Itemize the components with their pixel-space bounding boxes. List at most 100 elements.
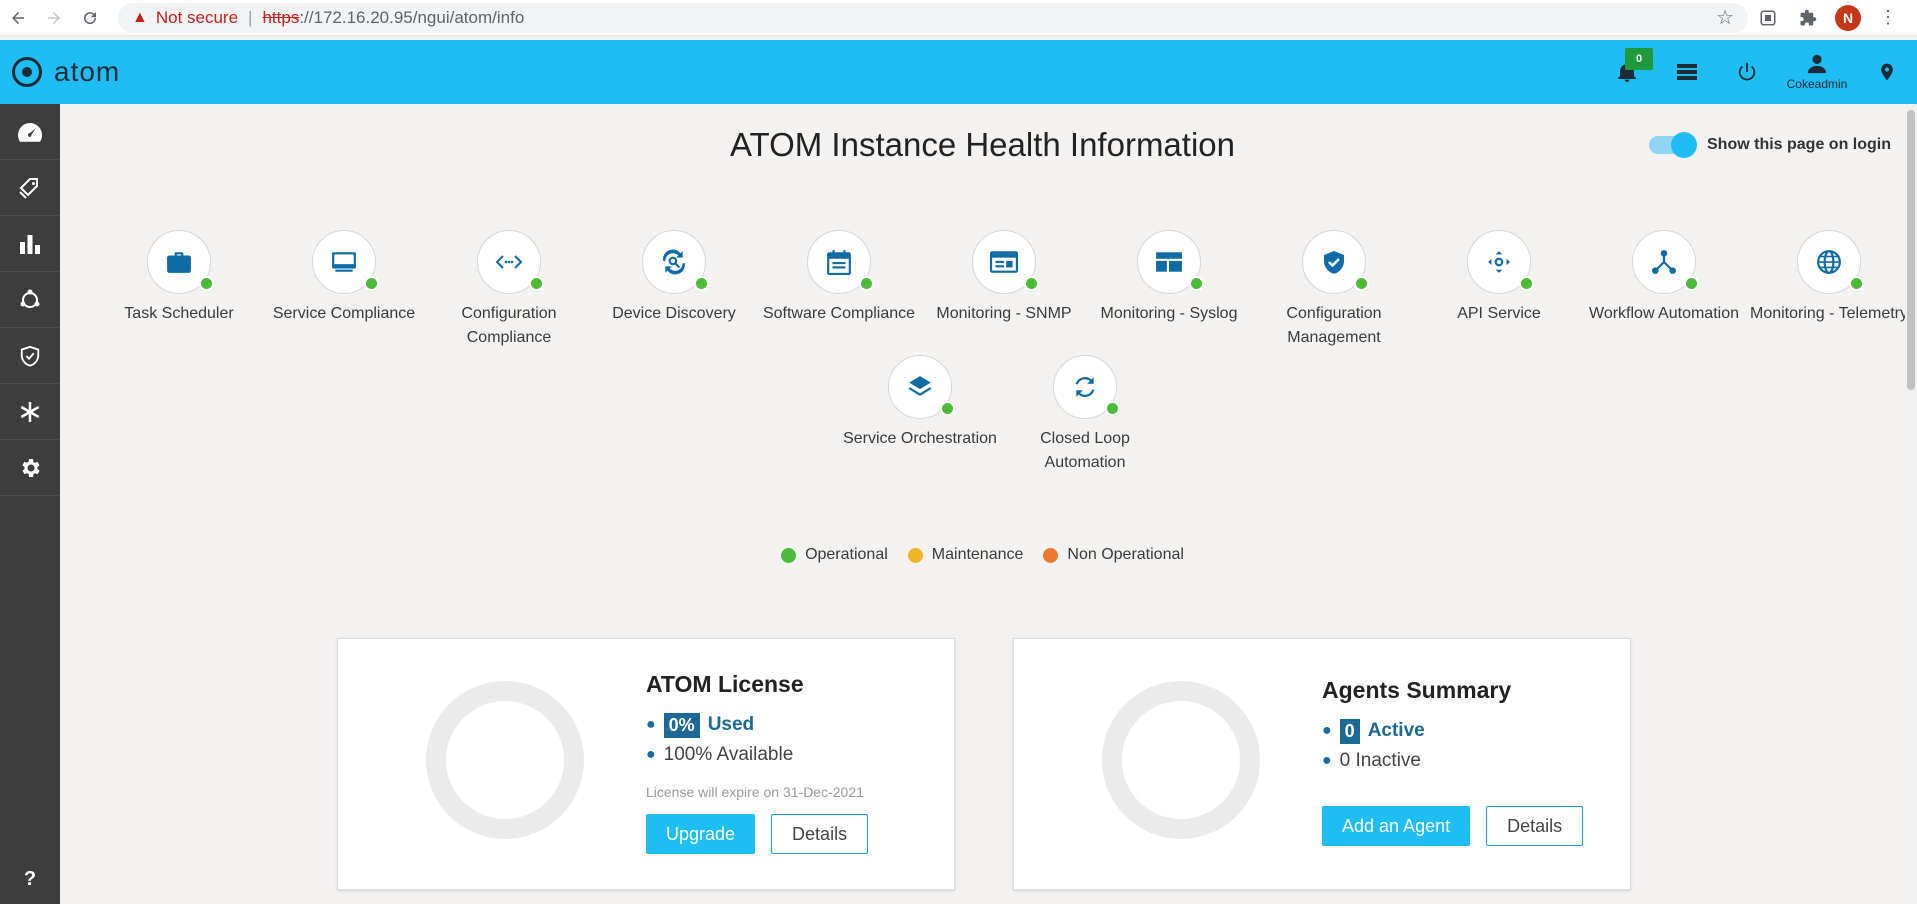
sidebar-item-tags[interactable]: [0, 160, 60, 216]
service-configuration-management[interactable]: Configuration Management: [1254, 230, 1414, 350]
legend-dot: [1043, 547, 1059, 563]
server-list-icon: [1677, 64, 1697, 80]
service-label: Closed Loop Automation: [1040, 430, 1130, 471]
license-details-button[interactable]: Details: [771, 814, 869, 854]
bookmark-star-icon[interactable]: ☆: [1716, 5, 1734, 30]
power-icon: [1738, 62, 1756, 81]
agents-active-row: ● 0 Active: [1322, 716, 1583, 746]
url-path: ://172.16.20.95/ngui/atom/info: [299, 7, 525, 27]
add-agent-button[interactable]: Add an Agent: [1322, 806, 1471, 846]
sync-icon: [1075, 377, 1095, 397]
dashboard-panel-icon: [1156, 252, 1182, 272]
license-donut-chart: [426, 681, 584, 839]
power-button[interactable]: [1717, 40, 1777, 104]
service-label: Monitoring - Syslog: [1100, 305, 1238, 322]
arrow-left-icon: [12, 11, 24, 24]
location-button[interactable]: [1857, 40, 1917, 104]
bullet: ●: [1322, 722, 1332, 739]
service-device-discovery[interactable]: Device Discovery: [594, 230, 754, 326]
legend-label: Non Operational: [1067, 546, 1184, 563]
service-label: API Service: [1457, 305, 1541, 322]
status-dot: [694, 276, 709, 291]
legend-dot: [781, 547, 797, 563]
license-card: ATOM License ● 0% Used ● 100% Available …: [337, 638, 955, 890]
url-scheme: https: [262, 7, 300, 27]
header-actions: 0 Cokeadmin: [1597, 40, 1917, 104]
layers-icon: [908, 376, 932, 396]
globe-icon: [1817, 250, 1841, 274]
security-label[interactable]: Not secure: [156, 8, 238, 28]
sidebar-item-dashboard[interactable]: [0, 104, 60, 160]
license-available-row: ● 100% Available: [646, 740, 868, 770]
status-dot: [1684, 276, 1699, 291]
browser-menu-icon[interactable]: ⋮: [1868, 7, 1908, 28]
status-dot: [1354, 276, 1369, 291]
service-task-scheduler[interactable]: Task Scheduler: [99, 230, 259, 326]
license-expiry: License will expire on 31-Dec-2021: [646, 784, 864, 800]
notification-count-badge: 0: [1625, 48, 1653, 70]
app-header: atom 0 Cokeadmin: [0, 40, 1917, 104]
browser-window-icon: [990, 251, 1018, 273]
service-software-compliance[interactable]: Software Compliance: [759, 230, 919, 326]
profile-avatar: N: [1835, 4, 1861, 31]
back-button[interactable]: [0, 0, 36, 36]
agents-card: Agents Summary ● 0 Active ● 0 Inactive A…: [1013, 638, 1631, 890]
search-refresh-icon: [663, 249, 685, 275]
active-label: Active: [1367, 720, 1425, 741]
service-service-compliance[interactable]: Service Compliance: [264, 230, 424, 326]
agents-inactive-row: ● 0 Inactive: [1322, 746, 1583, 776]
service-icon-circle: [312, 230, 379, 294]
tags-icon: [19, 177, 38, 199]
status-dot: [1519, 276, 1534, 291]
service-icon-circle: [1053, 355, 1120, 419]
service-workflow-automation[interactable]: Workflow Automation: [1584, 230, 1744, 326]
status-dot: [1105, 401, 1120, 416]
shield-icon: [20, 345, 40, 367]
service-icon-circle: [147, 230, 214, 294]
service-label: Task Scheduler: [124, 305, 234, 322]
reload-button[interactable]: [72, 0, 108, 36]
service-label: Service Orchestration: [843, 430, 997, 447]
service-label: Monitoring - SNMP: [936, 305, 1072, 322]
service-monitoring-telemetry[interactable]: Monitoring - Telemetry: [1749, 230, 1909, 326]
sidebar-item-security[interactable]: [0, 328, 60, 384]
service-service-orchestration[interactable]: Service Orchestration: [840, 355, 1000, 451]
address-bar[interactable]: ▲ Not secure | https ://172.16.20.95/ngu…: [118, 2, 1748, 33]
forward-button[interactable]: [36, 0, 72, 36]
user-menu[interactable]: Cokeadmin: [1777, 53, 1857, 91]
extension-icon[interactable]: [1748, 9, 1788, 27]
service-label: Workflow Automation: [1589, 305, 1739, 322]
logo-mark-icon: [12, 57, 42, 87]
profile-button[interactable]: N: [1828, 4, 1868, 31]
scrollbar-thumb[interactable]: [1907, 110, 1915, 390]
toggle-switch[interactable]: [1649, 132, 1697, 158]
sidebar-item-automation[interactable]: [0, 384, 60, 440]
license-title: ATOM License: [646, 671, 804, 697]
status-legend: Operational Maintenance Non Operational: [60, 546, 1905, 564]
show-on-login-toggle[interactable]: Show this page on login: [1649, 132, 1891, 158]
service-label: Configuration Compliance: [461, 305, 557, 346]
sidebar-item-network[interactable]: [0, 272, 60, 328]
notifications-button[interactable]: 0: [1597, 40, 1657, 104]
service-configuration-compliance[interactable]: Configuration Compliance: [429, 230, 589, 350]
list-view-button[interactable]: [1657, 40, 1717, 104]
sidebar-item-analytics[interactable]: [0, 216, 60, 272]
bullet: ●: [646, 716, 656, 733]
service-closed-loop-automation[interactable]: Closed Loop Automation: [1005, 355, 1165, 475]
sidebar-item-settings[interactable]: [0, 440, 60, 496]
service-api-service[interactable]: API Service: [1419, 230, 1579, 326]
page-scrollbar[interactable]: [1905, 104, 1917, 904]
legend-item-operational: Operational: [781, 546, 888, 564]
app-name: atom: [54, 56, 121, 87]
atom-logo[interactable]: atom: [12, 56, 120, 88]
help-button[interactable]: ?: [0, 854, 60, 904]
status-dot: [1189, 276, 1204, 291]
upgrade-button[interactable]: Upgrade: [646, 814, 756, 854]
puzzle-icon[interactable]: [1788, 9, 1828, 27]
service-label: Service Compliance: [272, 305, 416, 322]
service-monitoring-snmp[interactable]: Monitoring - SNMP: [924, 230, 1084, 326]
service-monitoring-syslog[interactable]: Monitoring - Syslog: [1089, 230, 1249, 326]
status-dot: [940, 401, 955, 416]
user-icon: [1807, 54, 1827, 74]
agents-details-button[interactable]: Details: [1486, 806, 1584, 846]
